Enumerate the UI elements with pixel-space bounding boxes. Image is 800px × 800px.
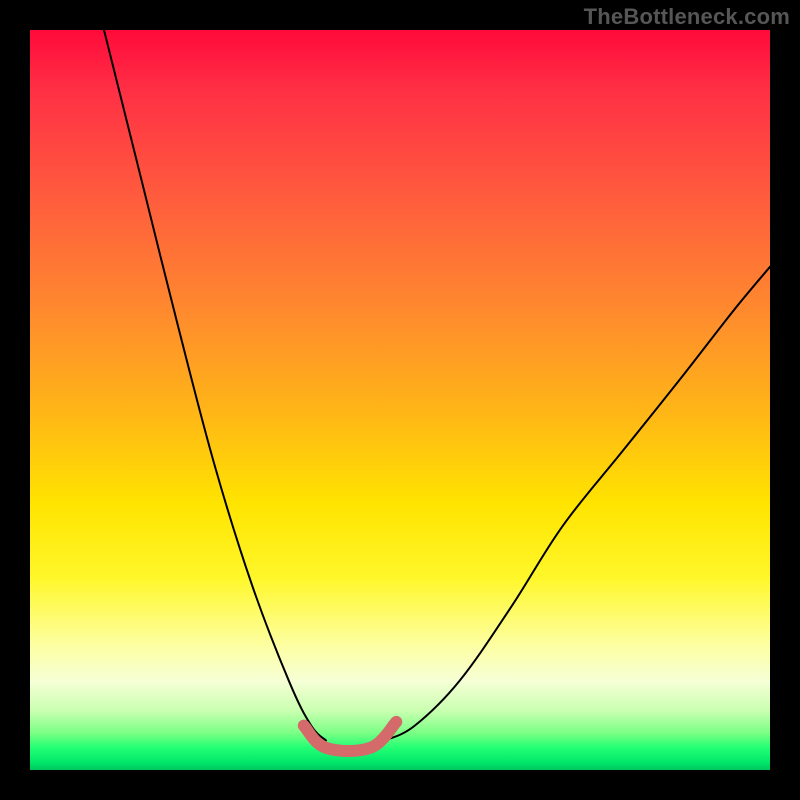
curve-left-branch xyxy=(104,30,326,740)
watermark-text: TheBottleneck.com xyxy=(584,4,790,30)
optimal-zone-marker xyxy=(304,722,397,751)
plot-area xyxy=(30,30,770,770)
chart-frame: TheBottleneck.com xyxy=(0,0,800,800)
curve-right-branch xyxy=(385,267,770,741)
bottleneck-curve xyxy=(30,30,770,770)
